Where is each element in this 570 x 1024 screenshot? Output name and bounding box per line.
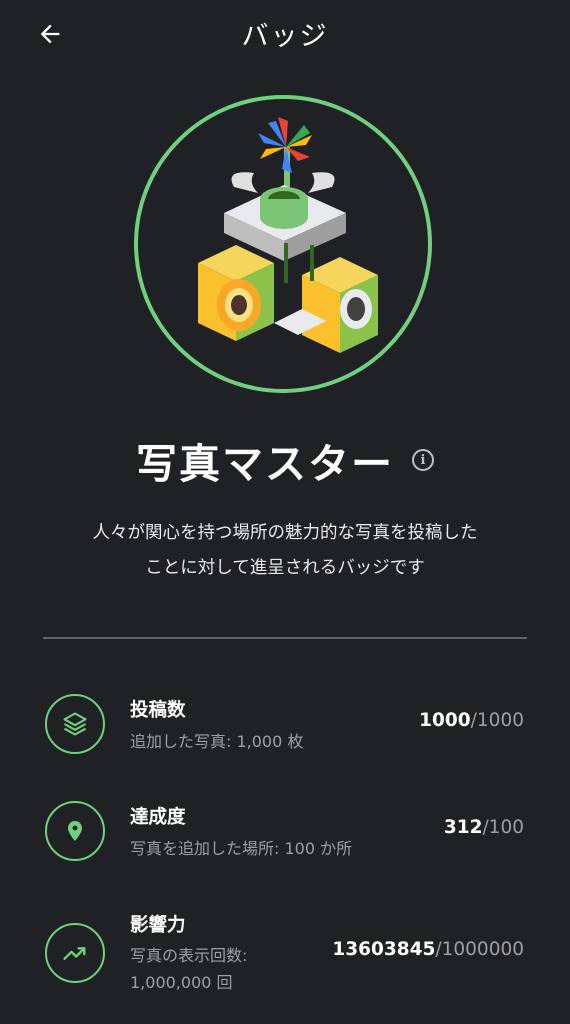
stat-current: 1000 bbox=[419, 710, 471, 731]
location-pin-icon bbox=[68, 821, 82, 841]
description-line-1: 人々が関心を持つ場所の魅力的な写真を投稿した bbox=[92, 523, 478, 543]
stat-target: /1000000 bbox=[435, 939, 524, 960]
info-icon[interactable]: i bbox=[412, 449, 434, 471]
layers-icon bbox=[63, 712, 87, 736]
stat-detail: 写真の表示回数: bbox=[130, 946, 248, 965]
stat-row-posts: 投稿数 追加した写真: 1,000 枚 1000/1000 bbox=[0, 690, 570, 760]
stat-label: 達成度 bbox=[130, 807, 186, 828]
divider bbox=[43, 637, 527, 639]
badge-description: 人々が関心を持つ場所の魅力的な写真を投稿した ことに対して進呈されるバッジです bbox=[50, 516, 520, 586]
stat-target: /100 bbox=[482, 817, 524, 838]
stat-value: 1000/1000 bbox=[419, 710, 524, 731]
stat-value: 13603845/1000000 bbox=[332, 939, 524, 960]
stat-row-influence: 影響力 写真の表示回数: 1,000,000 回 13603845/100000… bbox=[0, 905, 570, 1005]
stat-row-progress: 達成度 写真を追加した場所: 100 か所 312/100 bbox=[0, 797, 570, 867]
top-app-bar: バッジ bbox=[0, 0, 570, 70]
stat-icon-circle bbox=[45, 694, 105, 754]
trending-up-icon bbox=[63, 947, 86, 960]
stat-value: 312/100 bbox=[444, 817, 524, 838]
stat-target: /1000 bbox=[470, 710, 524, 731]
photo-master-badge-illustration bbox=[198, 117, 378, 353]
stat-icon-circle bbox=[45, 801, 105, 861]
stat-label: 投稿数 bbox=[130, 700, 186, 721]
badge-name: 写真マスター bbox=[136, 440, 394, 488]
stat-detail: 追加した写真: 1,000 枚 bbox=[130, 732, 304, 751]
stat-label: 影響力 bbox=[130, 915, 186, 936]
badge-title-row: 写真マスター i bbox=[0, 430, 570, 490]
stat-detail-line-2: 1,000,000 回 bbox=[130, 973, 233, 992]
stat-current: 13603845 bbox=[332, 939, 436, 960]
description-line-2: ことに対して進呈されるバッジです bbox=[145, 558, 425, 578]
stat-icon-circle bbox=[45, 923, 105, 983]
stat-current: 312 bbox=[443, 817, 483, 838]
stat-detail: 写真を追加した場所: 100 か所 bbox=[130, 839, 353, 858]
page-title: バッジ bbox=[241, 21, 329, 52]
